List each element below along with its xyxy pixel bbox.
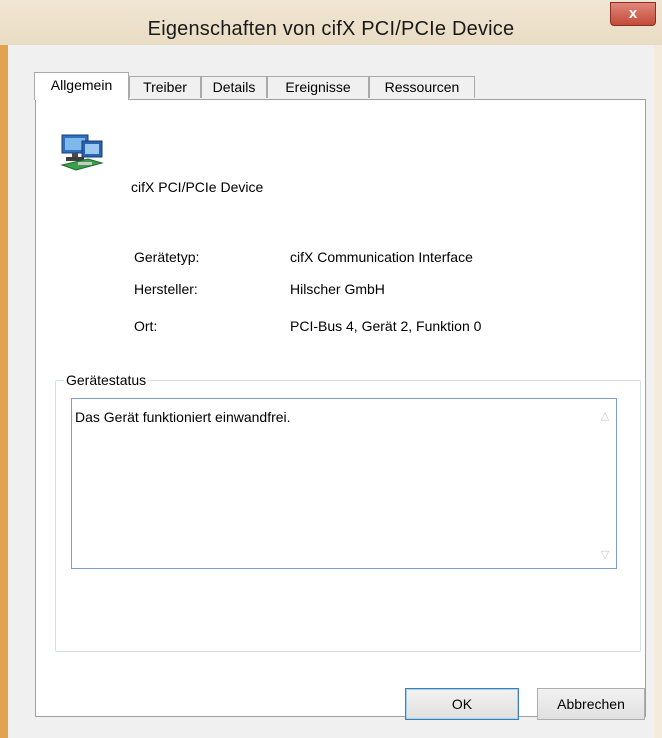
scroll-down-icon[interactable]: ▽	[597, 548, 613, 562]
close-icon: x	[628, 5, 638, 22]
device-name: cifX PCI/PCIe Device	[131, 179, 264, 195]
network-adapter-icon	[58, 133, 106, 171]
close-button[interactable]: x	[610, 2, 656, 26]
tab-details[interactable]: Details	[201, 76, 267, 98]
window-border-right	[654, 45, 662, 738]
tab-treiber[interactable]: Treiber	[129, 76, 201, 98]
window-border-left	[0, 45, 8, 738]
manufacturer-label: Hersteller:	[134, 281, 198, 297]
tab-ressourcen[interactable]: Ressourcen	[369, 76, 475, 98]
properties-dialog: Eigenschaften von cifX PCI/PCIe Device x…	[0, 0, 662, 738]
device-status-text: Das Gerät funktioniert einwandfrei.	[75, 409, 291, 425]
manufacturer-value: Hilscher GmbH	[290, 281, 385, 297]
dialog-title: Eigenschaften von cifX PCI/PCIe Device	[147, 18, 515, 40]
device-status-legend: Gerätestatus	[66, 372, 147, 388]
location-label: Ort:	[134, 318, 158, 334]
device-type-label: Gerätetyp:	[134, 249, 200, 265]
tab-allgemein[interactable]: Allgemein	[34, 72, 129, 100]
device-status-textbox[interactable]: Das Gerät funktioniert einwandfrei. △ ▽	[71, 398, 617, 569]
tab-ereignisse[interactable]: Ereignisse	[267, 76, 369, 98]
general-tab-panel: cifX PCI/PCIe Device Gerätetyp: cifX Com…	[35, 99, 646, 717]
cancel-button[interactable]: Abbrechen	[537, 688, 645, 720]
scroll-up-icon[interactable]: △	[597, 409, 613, 423]
title-bar[interactable]: Eigenschaften von cifX PCI/PCIe Device x	[0, 0, 662, 45]
dialog-client-area: Allgemein Treiber Details Ereignisse Res…	[8, 45, 654, 738]
device-type-value: cifX Communication Interface	[290, 249, 473, 265]
ok-button[interactable]: OK	[405, 688, 519, 720]
location-value: PCI-Bus 4, Gerät 2, Funktion 0	[290, 318, 482, 334]
